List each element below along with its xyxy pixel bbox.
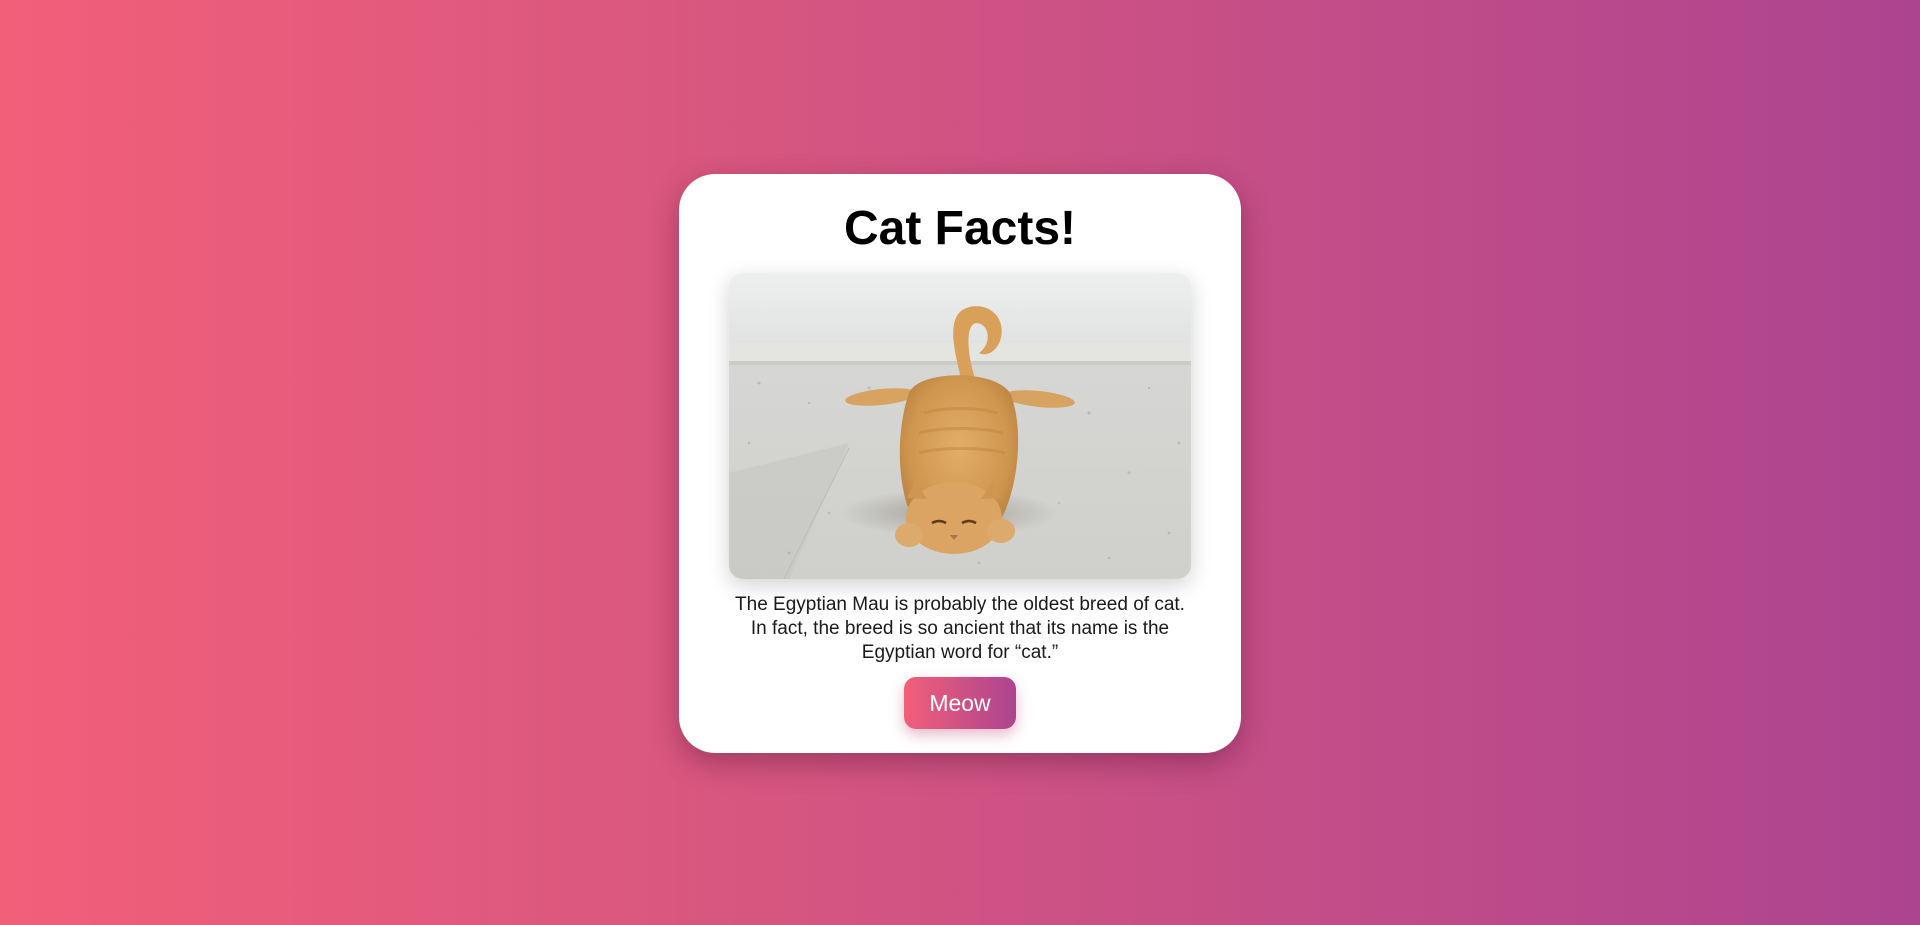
cat-photo [729, 273, 1191, 579]
cat-fact-text: The Egyptian Mau is probably the oldest … [735, 594, 1185, 663]
cat-fact-card: Cat Facts! The Egyptian Mau is probably … [679, 174, 1241, 753]
page-title: Cat Facts! [843, 202, 1077, 255]
meow-button[interactable]: Meow [904, 677, 1016, 729]
